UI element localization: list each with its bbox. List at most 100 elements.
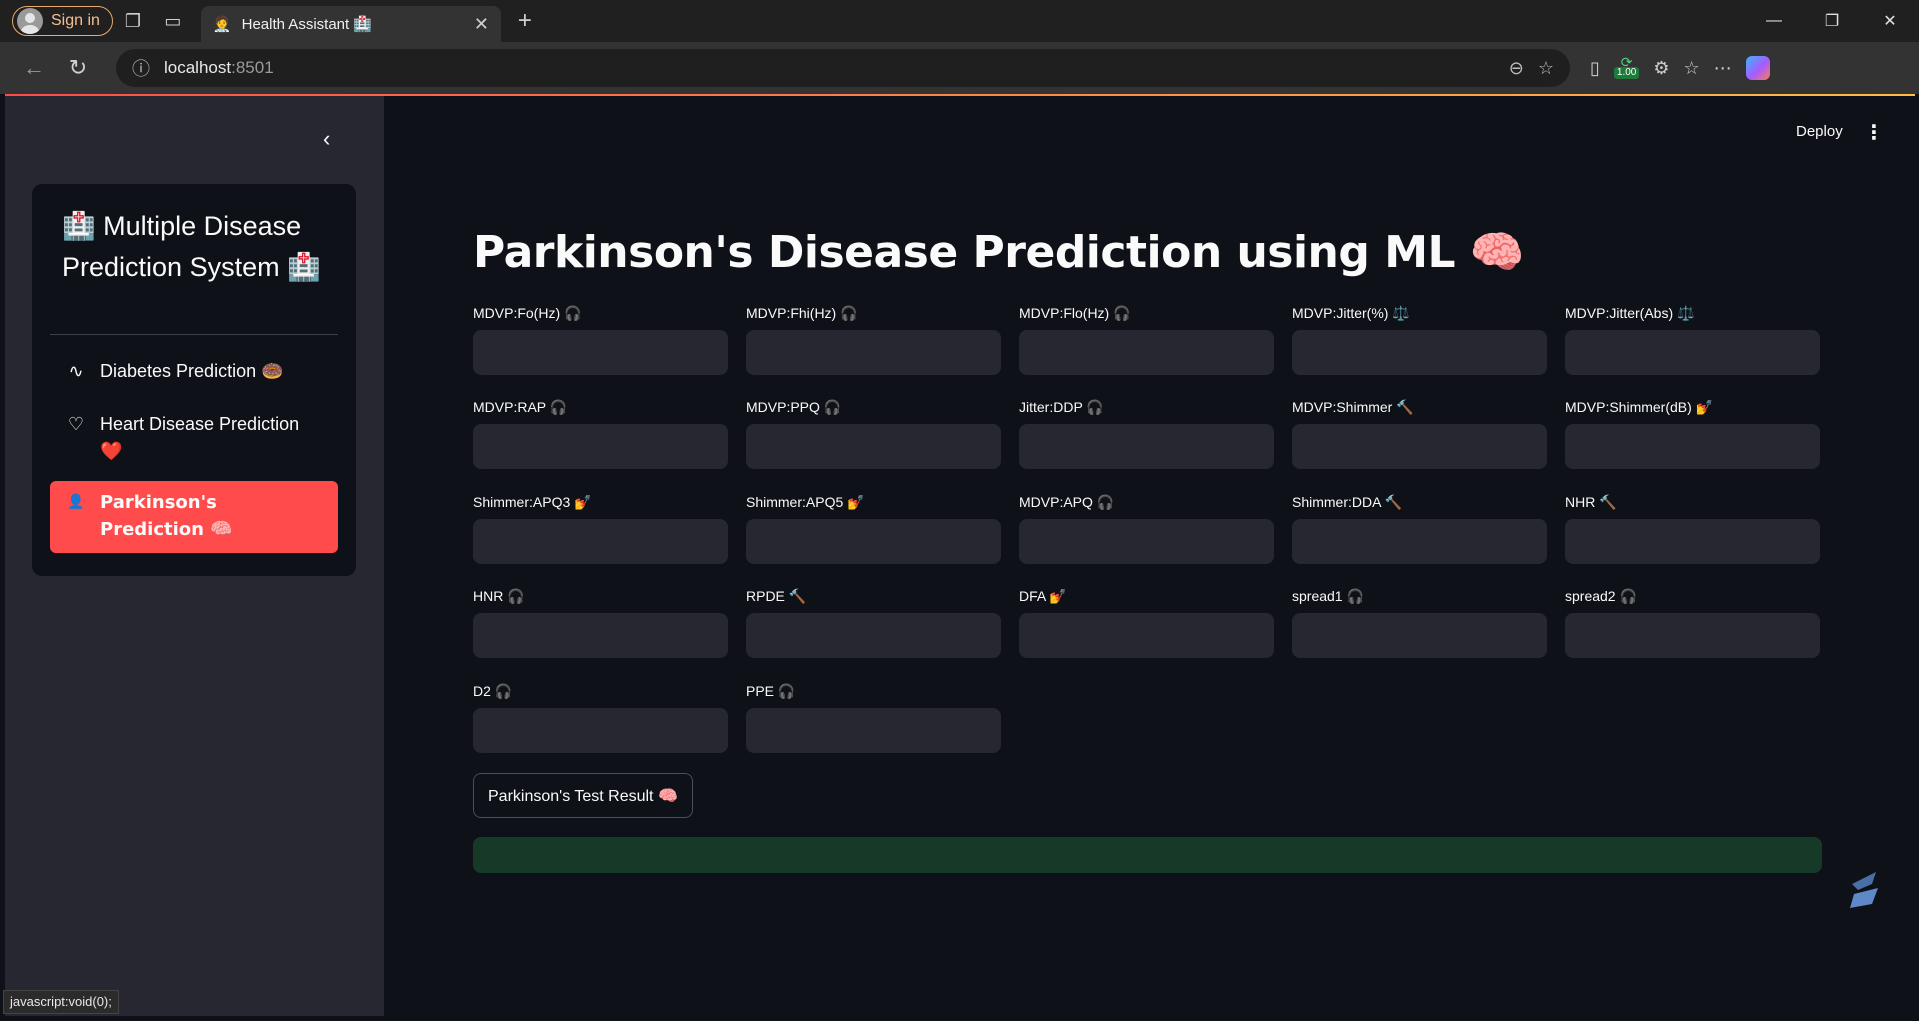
browser-tab-bar: Sign in ❐ ▭ 🧑‍⚕️ Health Assistant 🏥 ✕ + …	[0, 0, 1919, 42]
text-input[interactable]	[1292, 330, 1547, 375]
text-input[interactable]	[1292, 424, 1547, 469]
number-input-field: NHR 🔨	[1565, 493, 1820, 564]
text-input[interactable]	[746, 330, 1001, 375]
text-input[interactable]	[1019, 424, 1274, 469]
number-input-field: RPDE 🔨	[746, 587, 1001, 658]
extensions-bar: ▯ ⟳ 1.00 ⚙ ☆ ⋯	[1590, 55, 1770, 80]
speed-extension-icon[interactable]: ⟳ 1.00	[1613, 55, 1640, 79]
page-title: Parkinson's Disease Prediction using ML …	[473, 227, 1525, 278]
person-icon: 👤	[67, 494, 85, 510]
field-label: MDVP:Jitter(%) ⚖️	[1292, 305, 1410, 321]
field-label: MDVP:Fhi(Hz) 🎧	[746, 305, 858, 321]
mouse-extension-icon[interactable]: ▯	[1590, 58, 1600, 79]
number-input-field: DFA 💅	[1019, 587, 1274, 658]
text-input[interactable]	[1565, 424, 1820, 469]
deploy-button[interactable]: Deploy	[1796, 123, 1843, 140]
field-label: MDVP:PPQ 🎧	[746, 399, 842, 415]
copilot-icon[interactable]	[1745, 56, 1770, 80]
field-label: Shimmer:APQ5 💅	[746, 494, 865, 510]
field-label: MDVP:Jitter(Abs) ⚖️	[1565, 305, 1695, 321]
text-input[interactable]	[746, 519, 1001, 564]
app-title: 🏥 Multiple Disease Prediction System 🏥	[62, 211, 321, 282]
sign-in-label: Sign in	[51, 12, 100, 29]
field-label: MDVP:Fo(Hz) 🎧	[473, 305, 582, 321]
more-menu-icon[interactable]: ⋯	[1714, 58, 1732, 79]
favorite-star-icon[interactable]: ☆	[1538, 58, 1554, 79]
number-input-field: MDVP:Shimmer(dB) 💅	[1565, 398, 1820, 469]
sign-in-button[interactable]: Sign in	[12, 6, 113, 36]
number-input-field: HNR 🎧	[473, 587, 728, 658]
text-input[interactable]	[746, 613, 1001, 658]
number-input-field: MDVP:Flo(Hz) 🎧	[1019, 304, 1274, 375]
sidebar-item-diabetes[interactable]: ∿ Diabetes Prediction 🍩	[50, 350, 338, 393]
number-input-field: MDVP:Shimmer 🔨	[1292, 398, 1547, 469]
browser-tab[interactable]: 🧑‍⚕️ Health Assistant 🏥 ✕	[200, 6, 501, 42]
text-input[interactable]	[1019, 330, 1274, 375]
info-icon[interactable]: ⓘ	[132, 55, 150, 81]
tab-actions-icon[interactable]: ▭	[153, 1, 193, 41]
main-menu-icon[interactable]: ⋮	[1864, 120, 1884, 145]
text-input[interactable]	[746, 424, 1001, 469]
zoom-icon[interactable]: ⊖	[1509, 58, 1524, 79]
divider	[50, 334, 338, 335]
field-label: NHR 🔨	[1565, 494, 1617, 510]
text-input[interactable]	[1565, 330, 1820, 375]
text-input[interactable]	[1565, 613, 1820, 658]
text-input[interactable]	[473, 613, 728, 658]
browser-toolbar: ← ↻ ⓘ localhost:8501 ⊖ ☆ ▯ ⟳ 1.00 ⚙ ☆ ⋯	[0, 42, 1919, 94]
close-tab-icon[interactable]: ✕	[474, 14, 489, 35]
window-controls: — ❐ ✕	[1745, 0, 1919, 42]
text-input[interactable]	[473, 519, 728, 564]
address-bar[interactable]: ⓘ localhost:8501 ⊖ ☆	[116, 49, 1570, 87]
field-label: spread1 🎧	[1292, 588, 1364, 604]
close-window-icon[interactable]: ✕	[1861, 0, 1919, 42]
text-input[interactable]	[1019, 613, 1274, 658]
number-input-field: MDVP:PPQ 🎧	[746, 398, 1001, 469]
field-label: PPE 🎧	[746, 683, 796, 699]
number-input-field: MDVP:Fo(Hz) 🎧	[473, 304, 728, 375]
new-tab-icon[interactable]: +	[505, 7, 545, 35]
extensions-icon[interactable]: ⚙	[1653, 58, 1669, 79]
number-input-field: Shimmer:APQ3 💅	[473, 493, 728, 564]
sidebar-item-label: Heart Disease Prediction ❤️	[100, 414, 300, 461]
test-result-button[interactable]: Parkinson's Test Result 🧠	[473, 773, 693, 818]
text-input[interactable]	[746, 708, 1001, 753]
number-input-field: spread1 🎧	[1292, 587, 1547, 658]
text-input[interactable]	[473, 424, 728, 469]
address-text: localhost:8501	[164, 58, 274, 77]
field-label: MDVP:Shimmer(dB) 💅	[1565, 399, 1714, 415]
sidebar-item-label: Diabetes Prediction 🍩	[100, 361, 284, 381]
sidebar-menu-card: 🏥 Multiple Disease Prediction System 🏥 ∿…	[32, 184, 356, 576]
collapse-sidebar-icon[interactable]: ‹	[323, 126, 330, 152]
field-label: RPDE 🔨	[746, 588, 807, 604]
tab-title: Health Assistant 🏥	[241, 16, 373, 33]
heart-icon: ♡	[67, 414, 85, 434]
refresh-icon[interactable]: ↻	[56, 46, 100, 90]
number-input-field: spread2 🎧	[1565, 587, 1820, 658]
restore-icon[interactable]: ❐	[1803, 0, 1861, 42]
sidebar-item-heart[interactable]: ♡ Heart Disease Prediction ❤️	[50, 403, 338, 473]
back-icon[interactable]: ←	[12, 46, 56, 90]
number-input-field: Jitter:DDP 🎧	[1019, 398, 1274, 469]
activity-icon: ∿	[68, 361, 84, 381]
streamlit-logo-icon[interactable]	[1842, 864, 1888, 914]
text-input[interactable]	[1565, 519, 1820, 564]
text-input[interactable]	[1292, 613, 1547, 658]
minimize-icon[interactable]: —	[1745, 0, 1803, 42]
field-label: MDVP:Flo(Hz) 🎧	[1019, 305, 1131, 321]
workspaces-icon[interactable]: ❐	[113, 1, 153, 41]
text-input[interactable]	[1019, 519, 1274, 564]
text-input[interactable]	[473, 708, 728, 753]
number-input-field: MDVP:Jitter(%) ⚖️	[1292, 304, 1547, 375]
number-input-field: Shimmer:APQ5 💅	[746, 493, 1001, 564]
number-input-field: Shimmer:DDA 🔨	[1292, 493, 1547, 564]
field-label: MDVP:RAP 🎧	[473, 399, 568, 415]
number-input-field: MDVP:Fhi(Hz) 🎧	[746, 304, 1001, 375]
text-input[interactable]	[1292, 519, 1547, 564]
sidebar-item-label: Parkinson's Prediction 🧠	[100, 492, 233, 540]
field-label: Shimmer:DDA 🔨	[1292, 494, 1403, 510]
text-input[interactable]	[473, 330, 728, 375]
field-label: DFA 💅	[1019, 588, 1067, 604]
favorites-icon[interactable]: ☆	[1684, 58, 1700, 79]
sidebar-item-parkinsons[interactable]: 👤 Parkinson's Prediction 🧠	[50, 481, 338, 553]
